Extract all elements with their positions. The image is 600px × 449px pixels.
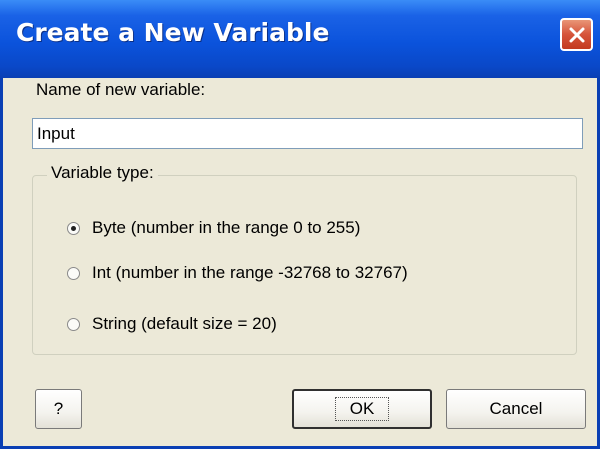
radio-option-byte[interactable]: Byte (number in the range 0 to 255) (67, 218, 360, 238)
radio-option-string[interactable]: String (default size = 20) (67, 314, 277, 334)
cancel-button[interactable]: Cancel (446, 389, 586, 429)
title-bar[interactable]: Create a New Variable (0, 0, 600, 78)
close-x-icon (569, 27, 584, 42)
radio-option-int[interactable]: Int (number in the range -32768 to 32767… (67, 263, 408, 283)
help-button[interactable]: ? (35, 389, 82, 429)
radio-label-int: Int (number in the range -32768 to 32767… (92, 263, 408, 282)
radio-button-byte[interactable] (67, 221, 80, 235)
radio-label-string: String (default size = 20) (92, 314, 277, 333)
ok-button[interactable]: OK (292, 389, 432, 429)
dialog-window: Create a New Variable Name of new variab… (0, 0, 600, 449)
radio-button-string[interactable] (67, 317, 80, 331)
radio-button-int[interactable] (67, 266, 80, 280)
variable-name-input[interactable] (32, 118, 583, 149)
close-button[interactable] (560, 18, 593, 51)
ok-button-label: OK (334, 397, 390, 421)
variable-name-label: Name of new variable: (36, 80, 206, 99)
window-title: Create a New Variable (16, 18, 330, 47)
radio-label-byte: Byte (number in the range 0 to 255) (92, 218, 361, 237)
variable-type-label: Variable type: (47, 163, 158, 183)
